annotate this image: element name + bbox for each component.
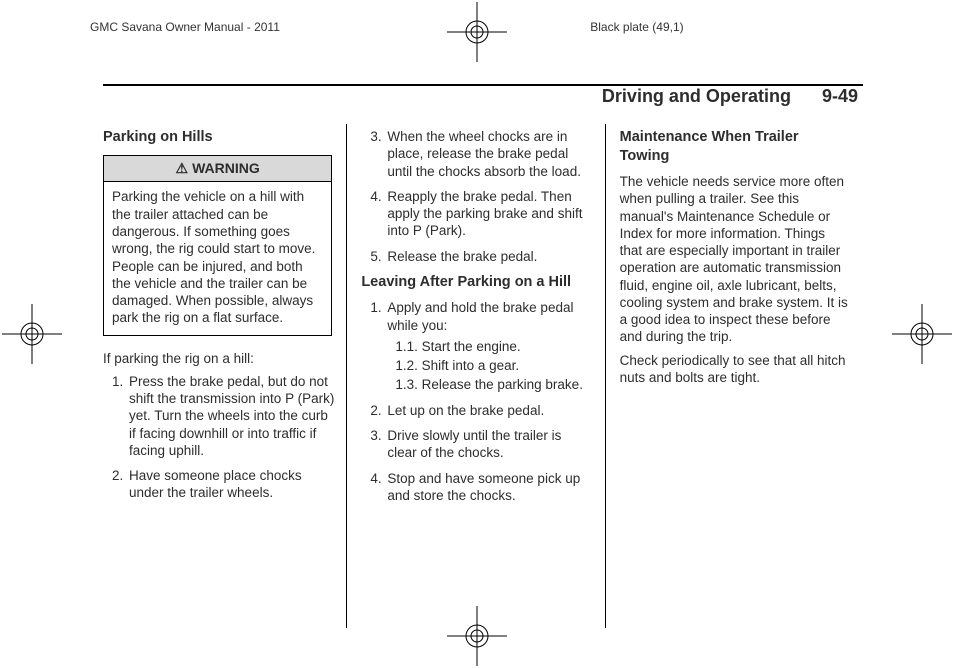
section-title: Driving and Operating (602, 86, 791, 106)
pdf-meta-line: GMC Savana Owner Manual - 2011 Black pla… (90, 20, 864, 34)
body-columns: Parking on Hills ⚠WARNING Parking the ve… (103, 124, 863, 628)
parking-steps: Press the brake pedal, but do not shift … (103, 373, 334, 502)
maintenance-para-1: The vehicle needs service more often whe… (620, 173, 851, 346)
list-item: Let up on the brake pedal. (385, 402, 592, 419)
heading-parking-hills: Parking on Hills (103, 128, 334, 147)
column-2: When the wheel chocks are in place, rele… (346, 124, 604, 628)
warning-box: ⚠WARNING Parking the vehicle on a hill w… (103, 155, 332, 336)
list-item: Drive slowly until the trailer is clear … (385, 427, 592, 462)
plate-id: Black plate (49,1) (590, 20, 683, 34)
maintenance-para-2: Check periodically to see that all hitch… (620, 352, 851, 387)
list-item: Apply and hold the brake pedal while you… (385, 299, 592, 393)
list-item: Reapply the brake pedal. Then apply the … (385, 188, 592, 240)
page-number: 9-49 (822, 86, 858, 106)
registration-mark-left (2, 304, 62, 364)
list-item: 1.1. Start the engine. (393, 338, 592, 355)
column-3: Maintenance When Trailer Towing The vehi… (605, 124, 863, 628)
leaving-substeps: 1.1. Start the engine. 1.2. Shift into a… (387, 338, 592, 394)
page: GMC Savana Owner Manual - 2011 Black pla… (0, 0, 954, 668)
parking-steps-continued: When the wheel chocks are in place, rele… (361, 128, 592, 265)
warning-body: Parking the vehicle on a hill with the t… (104, 182, 331, 334)
list-item: Press the brake pedal, but do not shift … (127, 373, 334, 459)
list-item: When the wheel chocks are in place, rele… (385, 128, 592, 180)
section-header: Driving and Operating 9-49 (602, 86, 858, 107)
list-item: Release the brake pedal. (385, 248, 592, 265)
parking-intro: If parking the rig on a hill: (103, 350, 334, 367)
warning-label: WARNING (192, 160, 260, 176)
warning-heading: ⚠WARNING (104, 156, 331, 183)
heading-maintenance: Maintenance When Trailer Towing (620, 128, 851, 165)
registration-mark-right (892, 304, 952, 364)
list-item: Stop and have someone pick up and store … (385, 470, 592, 505)
column-1: Parking on Hills ⚠WARNING Parking the ve… (103, 124, 346, 628)
leaving-steps: Apply and hold the brake pedal while you… (361, 299, 592, 504)
heading-leaving-hill: Leaving After Parking on a Hill (361, 273, 592, 292)
list-item: 1.3. Release the parking brake. (393, 376, 592, 393)
leave-step-1: Apply and hold the brake pedal while you… (387, 300, 573, 332)
warning-triangle-icon: ⚠ (176, 160, 189, 176)
list-item: Have someone place chocks under the trai… (127, 467, 334, 502)
list-item: 1.2. Shift into a gear. (393, 357, 592, 374)
manual-title: GMC Savana Owner Manual - 2011 (90, 20, 280, 34)
